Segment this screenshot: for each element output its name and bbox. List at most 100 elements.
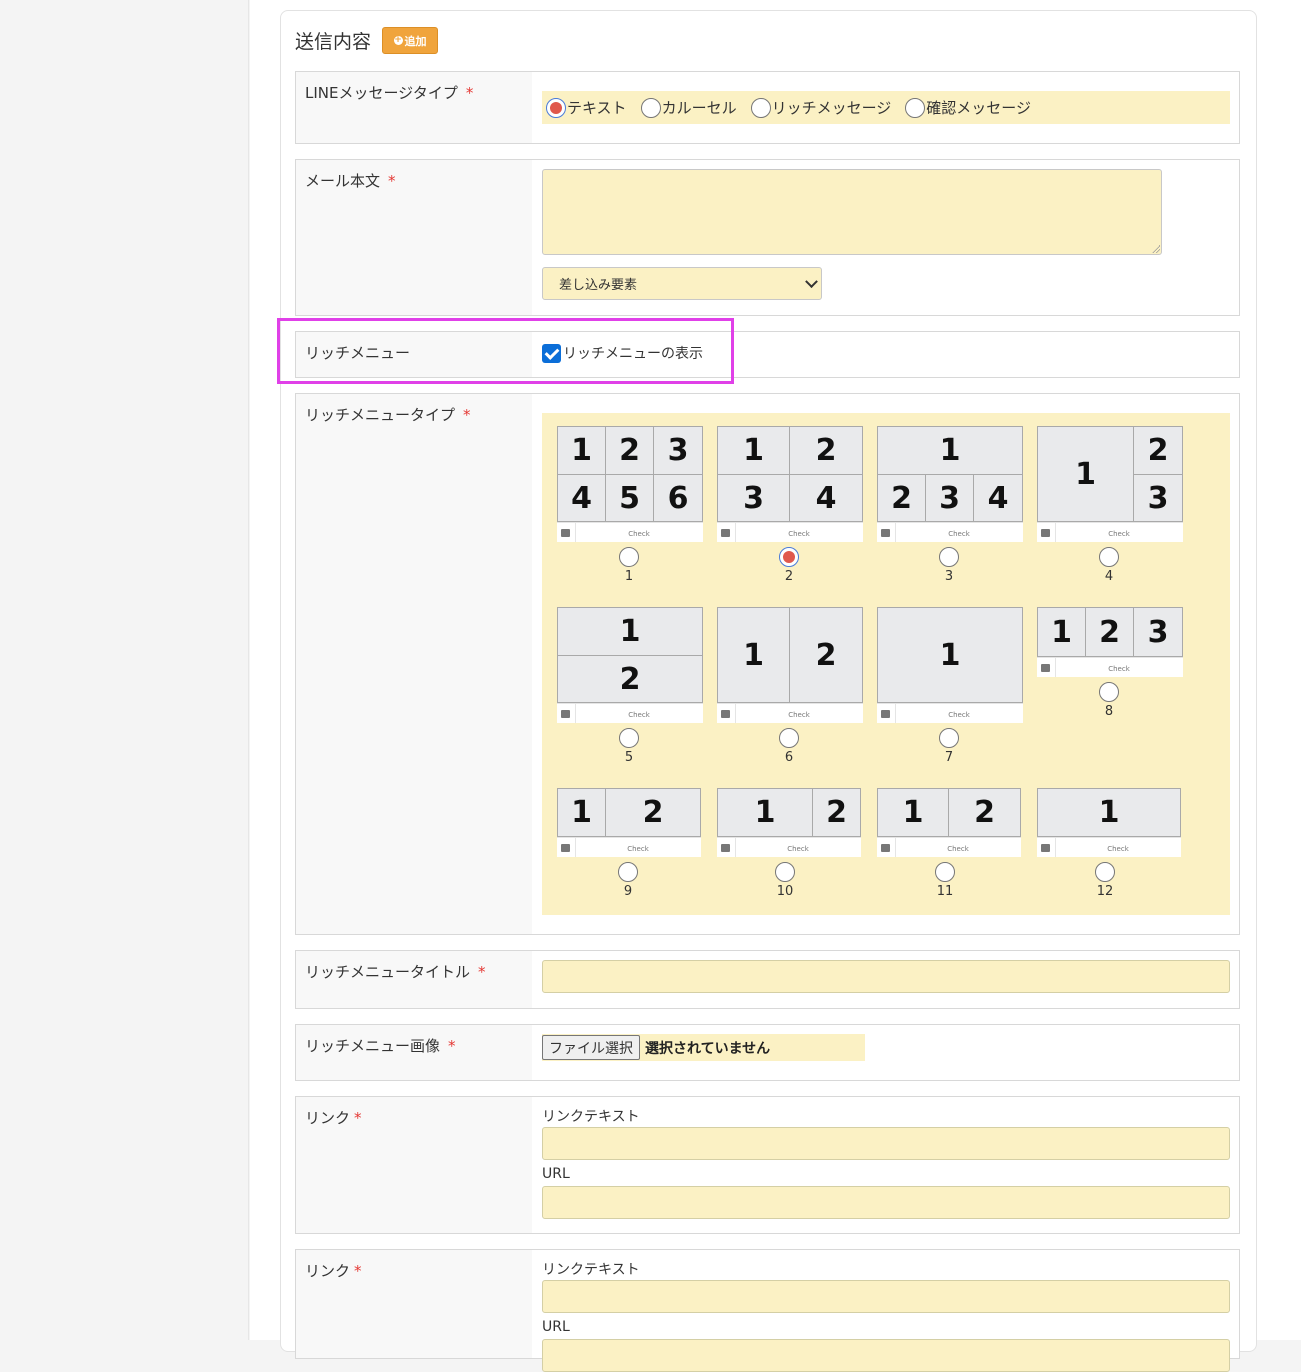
rich-menu-title-row: リッチメニュータイトル *: [295, 950, 1240, 1009]
radio-confirm-message[interactable]: 確認メッセージ: [905, 97, 1031, 118]
file-status: 選択されていません: [645, 1040, 771, 1057]
insert-element-select[interactable]: 差し込み要素: [542, 267, 822, 300]
radio-button[interactable]: [1099, 682, 1119, 702]
option-number: 4: [1104, 569, 1114, 584]
radio-button[interactable]: [939, 547, 959, 567]
radio-button[interactable]: [1095, 862, 1115, 882]
radio-button[interactable]: [939, 728, 959, 748]
mail-body-row: メール本文 * 差し込み要素: [295, 159, 1240, 316]
link-label: リンク *: [305, 1262, 362, 1280]
cell-label: 1: [877, 426, 1023, 475]
line-input-bar: Check: [877, 703, 1023, 723]
cell-label: 2: [812, 788, 861, 837]
radio-button[interactable]: [640, 97, 661, 118]
mail-body-label: メール本文 *: [305, 172, 396, 190]
rich-menu-image-label: リッチメニュー画像 *: [305, 1037, 456, 1055]
radio-button[interactable]: [618, 862, 638, 882]
radio-button[interactable]: [1099, 547, 1119, 567]
cell-label: 4: [973, 474, 1023, 522]
rich-menu-type-label: リッチメニュータイプ *: [305, 406, 471, 424]
radio-button[interactable]: [905, 97, 926, 118]
cell-label: 1: [557, 426, 606, 475]
cell-label: 1: [717, 426, 790, 475]
radio-button[interactable]: [619, 728, 639, 748]
cell-label: 2: [789, 607, 863, 703]
cell-label: 3: [1133, 607, 1183, 657]
link-text-input[interactable]: [542, 1280, 1230, 1313]
radio-text[interactable]: テキスト: [546, 97, 627, 118]
option-number: 8: [1104, 704, 1114, 719]
radio-carousel[interactable]: カルーセル: [640, 97, 737, 118]
option-number: 5: [624, 750, 634, 765]
rich-menu-title-input[interactable]: [542, 960, 1230, 993]
line-input-bar: Check: [717, 703, 863, 723]
option-number: 2: [784, 569, 794, 584]
cell-label: 2: [877, 474, 926, 522]
line-message-type-label: LINEメッセージタイプ *: [305, 84, 474, 102]
cell-label: 2: [948, 788, 1021, 837]
option-number: 1: [624, 569, 634, 584]
line-input-bar: Check: [557, 522, 703, 542]
highlight-annotation: [277, 318, 734, 384]
url-input[interactable]: [542, 1186, 1230, 1219]
radio-button[interactable]: [935, 862, 955, 882]
line-input-bar: Check: [557, 703, 703, 723]
line-input-bar: Check: [557, 837, 701, 857]
cell-label: 1: [717, 788, 813, 837]
cell-label: 1: [717, 607, 790, 703]
url-label: URL: [542, 1319, 570, 1335]
cell-label: 5: [605, 474, 654, 522]
cell-label: 1: [1037, 426, 1134, 522]
section-title: 送信内容: [295, 31, 372, 53]
line-input-bar: Check: [877, 837, 1021, 857]
rich-menu-image-file-input[interactable]: ファイル選択 選択されていません: [542, 1034, 865, 1061]
link-text-input[interactable]: [542, 1127, 1230, 1160]
cell-label: 2: [605, 426, 654, 475]
link-row-1: リンク * リンクテキスト URL: [295, 1096, 1240, 1234]
plus-circle-icon: +: [393, 35, 403, 45]
cell-label: 2: [789, 426, 863, 475]
add-button[interactable]: + 追加: [382, 27, 438, 54]
option-number: 6: [784, 750, 794, 765]
line-message-type-row: LINEメッセージタイプ * テキスト カルーセル リッチメッセージ 確認メッセー…: [295, 71, 1240, 144]
radio-button[interactable]: [619, 547, 639, 567]
link-label: リンク *: [305, 1109, 362, 1127]
cell-label: 3: [717, 474, 790, 522]
cell-label: 2: [557, 655, 703, 703]
option-number: 3: [944, 569, 954, 584]
line-input-bar: Check: [1037, 837, 1181, 857]
line-input-bar: Check: [717, 522, 863, 542]
cell-label: 2: [605, 788, 701, 837]
rich-menu-title-label: リッチメニュータイトル *: [305, 963, 486, 981]
radio-button[interactable]: [750, 97, 771, 118]
line-input-bar: Check: [1037, 657, 1183, 677]
link-text-label: リンクテキスト: [542, 1262, 640, 1278]
radio-button[interactable]: [779, 547, 799, 567]
mail-body-textarea[interactable]: [542, 169, 1162, 255]
cell-label: 1: [1037, 788, 1181, 837]
radio-rich-message[interactable]: リッチメッセージ: [750, 97, 891, 118]
option-number: 11: [936, 884, 954, 899]
resize-handle-icon[interactable]: [1152, 245, 1160, 253]
link-text-label: リンクテキスト: [542, 1109, 640, 1125]
option-number: 10: [776, 884, 794, 899]
cell-label: 3: [1133, 474, 1183, 522]
chevron-down-icon: [805, 275, 818, 289]
rich-menu-image-row: リッチメニュー画像 * ファイル選択 選択されていません: [295, 1024, 1240, 1081]
cell-label: 1: [877, 788, 949, 837]
rich-menu-type-row: リッチメニュータイプ * 1 2 3 4 5 6 Check 1 1 2 3 4 …: [295, 393, 1240, 935]
rich-menu-type-grid: 1 2 3 4 5 6 Check 1 1 2 3 4 Check 2 1 2 …: [542, 413, 1230, 915]
cell-label: 2: [1085, 607, 1134, 657]
line-input-bar: Check: [717, 837, 861, 857]
cell-label: 4: [789, 474, 863, 522]
radio-button[interactable]: [779, 728, 799, 748]
line-message-type-options: テキスト カルーセル リッチメッセージ 確認メッセージ: [542, 91, 1230, 124]
add-button-label: 追加: [404, 34, 427, 48]
cell-label: 3: [653, 426, 703, 475]
sidebar-background: [0, 0, 249, 1340]
url-input[interactable]: [542, 1339, 1230, 1372]
radio-button[interactable]: [775, 862, 795, 882]
file-select-button[interactable]: ファイル選択: [542, 1035, 640, 1060]
option-number: 7: [944, 750, 954, 765]
radio-button[interactable]: [546, 97, 566, 118]
